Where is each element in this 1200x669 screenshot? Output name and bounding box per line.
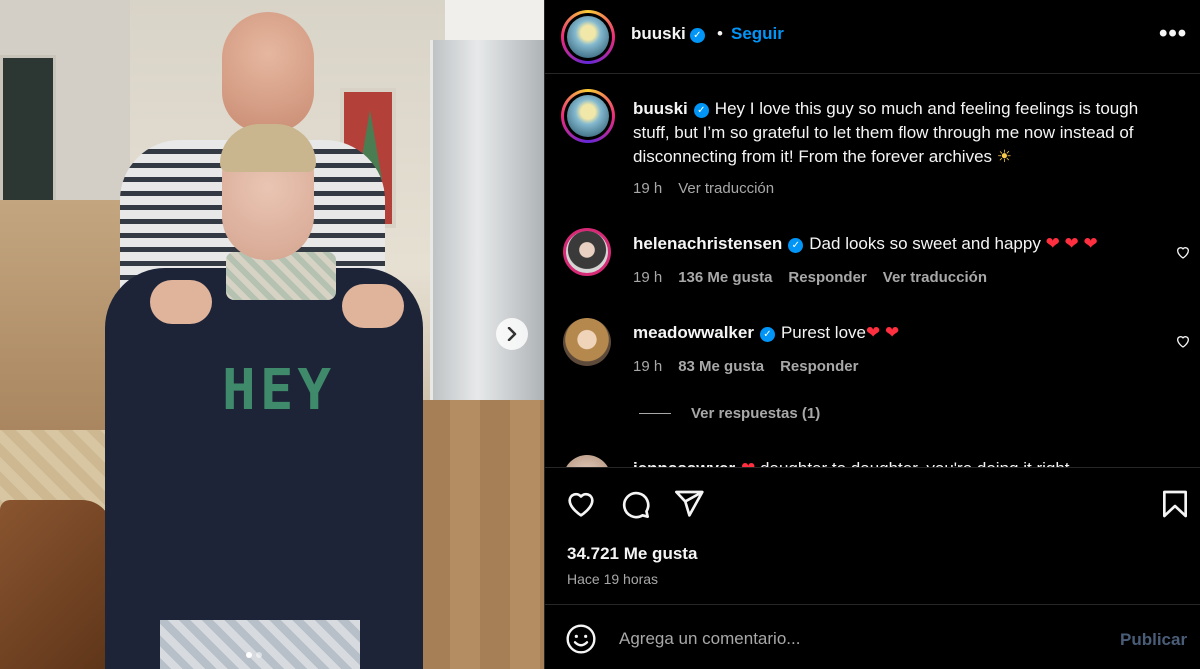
sun-emoji: ☀ [996, 147, 1013, 166]
publish-button[interactable]: Publicar [1120, 630, 1187, 650]
verified-badge-icon: ✓ [689, 28, 705, 43]
caption-translate-link[interactable]: Ver traducción [678, 180, 774, 197]
replies-divider [639, 413, 671, 414]
comment-likes[interactable]: 136 Me gusta [678, 269, 772, 286]
photo-man-head [222, 12, 314, 132]
comment-time: 19 h [633, 358, 663, 375]
verified-badge-icon: ✓ [759, 327, 775, 342]
photo-cabinet [445, 0, 544, 40]
comment-translate-link[interactable]: Ver traducción [883, 269, 987, 286]
red-hearts-emoji: ❤ ❤ ❤ [1045, 234, 1098, 253]
heart-outline-icon[interactable] [565, 488, 597, 520]
comment-reply-link[interactable]: Responder [780, 358, 858, 375]
commenter-avatar[interactable] [563, 228, 611, 276]
comment-username[interactable]: jennasawyer [633, 459, 735, 467]
carousel-next-button[interactable] [496, 318, 528, 350]
verified-badge-icon: ✓ [788, 238, 804, 253]
comment-input[interactable] [619, 626, 1059, 652]
commenter-avatar[interactable] [563, 455, 611, 467]
photo-sweater [105, 268, 423, 669]
photo-hand-right [342, 284, 404, 328]
photo-fridge [430, 40, 544, 420]
commenter-avatar[interactable] [563, 318, 611, 366]
caption-time: 19 h [633, 180, 663, 197]
comment-meta: 19 h 136 Me gusta Responder Ver traducci… [633, 269, 987, 286]
author-avatar[interactable] [561, 10, 615, 64]
post-actions: 34.721 Me gusta Hace 19 horas [545, 467, 1200, 605]
comment-icon[interactable] [619, 488, 651, 520]
comment-likes[interactable]: 83 Me gusta [678, 358, 764, 375]
comment-username[interactable]: helenachristensen [633, 234, 782, 253]
photo-woman-hair [220, 124, 316, 172]
follow-separator: • [717, 24, 723, 43]
comment-text: daughter to daughter, you're doing it ri… [760, 459, 1069, 467]
post-photo[interactable]: HEY [0, 0, 544, 669]
photo-hall-floor [0, 200, 120, 430]
comment-time: 19 h [633, 269, 663, 286]
comment-username[interactable]: meadowwalker [633, 323, 754, 342]
view-replies-button[interactable]: Ver respuestas (1) [639, 405, 820, 422]
verified-badge-icon: ✓ [693, 103, 709, 118]
chevron-right-icon [507, 327, 517, 341]
comments-list[interactable]: buuski ✓ Hey I love this guy so much and f… [545, 75, 1200, 467]
photo-skirt [160, 620, 360, 669]
comment-text: Dad looks so sweet and happy [809, 234, 1041, 253]
likes-count[interactable]: 34.721 Me gusta [567, 544, 697, 564]
photo-door [0, 55, 56, 205]
caption-meta: 19 h Ver traducción [633, 180, 774, 197]
bookmark-icon[interactable] [1159, 488, 1191, 520]
post-panel: buuski ✓ • Seguir ••• buuski ✓ Hey I love t… [544, 0, 1200, 669]
photo-chair [0, 500, 112, 669]
carousel-dot [256, 652, 262, 658]
comment-like-icon[interactable] [1175, 333, 1191, 349]
caption-username[interactable]: buuski [633, 99, 688, 118]
red-heart-emoji: ❤ [741, 459, 755, 467]
more-options-icon[interactable]: ••• [1159, 20, 1187, 48]
comment-like-icon[interactable] [1175, 244, 1191, 260]
send-icon[interactable] [673, 488, 705, 520]
caption-avatar[interactable] [561, 89, 615, 143]
comment-reply-link[interactable]: Responder [788, 269, 866, 286]
follow-button[interactable]: Seguir [731, 24, 784, 44]
add-comment-bar: Publicar [545, 606, 1200, 669]
post-time: Hace 19 horas [567, 571, 659, 587]
comment-meta: 19 h 83 Me gusta Responder [633, 358, 858, 375]
red-hearts-emoji: ❤ ❤ [866, 323, 900, 342]
carousel-dot-active [246, 652, 252, 658]
smiley-icon[interactable] [565, 623, 597, 655]
sweater-text: HEY [222, 358, 336, 423]
post-header: buuski ✓ • Seguir ••• [545, 0, 1200, 74]
carousel-dots [246, 652, 262, 658]
author-username[interactable]: buuski ✓ [631, 24, 705, 44]
photo-collar [226, 252, 336, 300]
photo-hand-left [150, 280, 212, 324]
comment-text: Purest love [780, 323, 866, 342]
